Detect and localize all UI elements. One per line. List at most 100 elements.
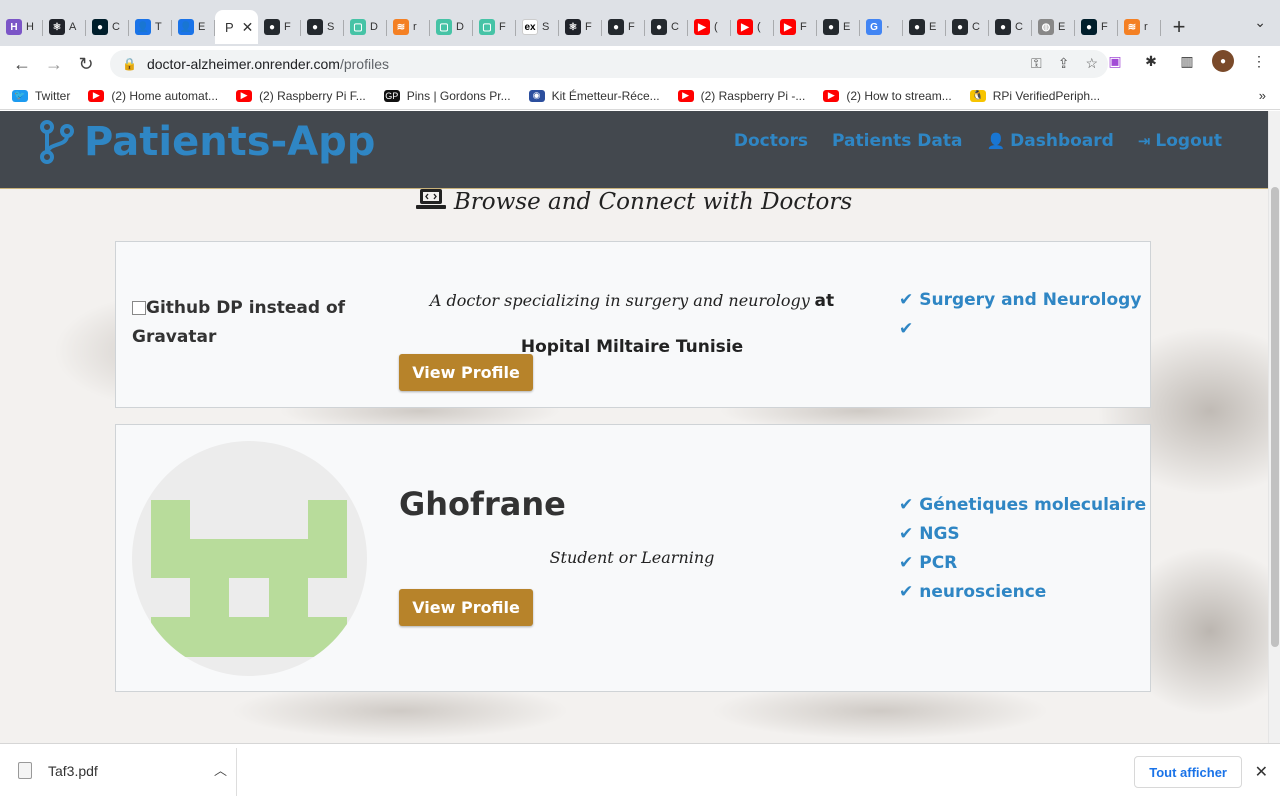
- tab[interactable]: ▢ F: [473, 10, 516, 44]
- bookmark-item[interactable]: 🐦 Twitter: [12, 89, 70, 103]
- bookmark-item[interactable]: ▶ (2) Raspberry Pi F...: [236, 89, 366, 103]
- bookmark-item[interactable]: ▶ (2) Home automat...: [88, 89, 218, 103]
- close-shelf-icon[interactable]: ✕: [1255, 762, 1268, 782]
- tab[interactable]: ▶(: [731, 10, 774, 44]
- tab[interactable]: ≋ r: [1118, 10, 1161, 44]
- tab[interactable]: ▢ D: [430, 10, 473, 44]
- broken-image-icon: [132, 301, 146, 315]
- stackoverflow-icon: ≋: [1124, 19, 1140, 35]
- github-icon: ●: [307, 19, 323, 35]
- bookmark-label: Kit Émetteur-Réce...: [551, 88, 660, 103]
- bookmarks-overflow-icon[interactable]: »: [1259, 88, 1266, 103]
- tab[interactable]: ● S: [301, 10, 344, 44]
- key-icon[interactable]: ⚿: [1031, 55, 1042, 72]
- tab[interactable]: ⚛ F: [559, 10, 602, 44]
- tab[interactable]: ● F: [602, 10, 645, 44]
- bookmark-item[interactable]: ◉ Kit Émetteur-Réce...: [528, 88, 660, 103]
- tab-title: C: [972, 21, 980, 33]
- tab[interactable]: ▢ D: [344, 10, 387, 44]
- tab-active[interactable]: P ✕: [215, 10, 258, 44]
- tab[interactable]: 👤 T: [129, 10, 172, 44]
- browser-toolbar: ← → ↻ 🔒 doctor-alzheimer.onrender.com/pr…: [0, 46, 1280, 82]
- tab[interactable]: G ·: [860, 10, 903, 44]
- forward-button[interactable]: →: [38, 48, 70, 80]
- tab[interactable]: ex S: [516, 10, 559, 44]
- side-panel-icon[interactable]: ▥: [1176, 50, 1198, 72]
- bookmarks-bar: 🐦 Twitter ▶ (2) Home automat... ▶ (2) Raspber…: [0, 82, 1280, 110]
- star-icon[interactable]: ☆: [1085, 55, 1098, 72]
- nav-logout[interactable]: ⇥ Logout: [1138, 131, 1222, 151]
- scrollbar-thumb[interactable]: [1271, 187, 1279, 647]
- tab[interactable]: ● C: [989, 10, 1032, 44]
- bookmark-item[interactable]: GP Pins | Gordons Pr...: [383, 88, 511, 103]
- profile-avatar[interactable]: ●: [1212, 50, 1234, 72]
- bookmark-item[interactable]: ▶ (2) How to stream...: [823, 89, 952, 103]
- tab[interactable]: ▶ F: [774, 10, 817, 44]
- bookmark-item[interactable]: ▶ (2) Raspberry Pi -...: [677, 88, 806, 103]
- bookmark-item[interactable]: 🐧 RPi VerifiedPeriph...: [969, 88, 1101, 103]
- skill-item: ✔ Génetiques moleculaire: [899, 495, 1147, 515]
- tab[interactable]: 👤 E: [172, 10, 215, 44]
- github-icon: ●: [651, 19, 667, 35]
- brand-link[interactable]: Patients-App: [40, 119, 375, 165]
- contacts-icon: 👤: [135, 19, 151, 35]
- new-tab-button[interactable]: +: [1161, 10, 1197, 44]
- tab[interactable]: ≋ r: [387, 10, 430, 44]
- tab-close-icon[interactable]: ✕: [242, 19, 254, 36]
- bookmark-label: RPi VerifiedPeriph...: [992, 88, 1101, 103]
- brand-name: Patients-App: [84, 119, 376, 165]
- skills-list: ✔ Génetiques moleculaire ✔ NGS ✔ PCR ✔ neuro…: [899, 491, 1146, 607]
- skill-item: ✔ NGS: [899, 524, 960, 544]
- bookmark-label: (2) Raspberry Pi -...: [700, 88, 806, 103]
- skill-item: ✔ PCR: [899, 553, 958, 573]
- tab-title: C: [112, 21, 120, 33]
- tab-title: D: [370, 21, 378, 33]
- share-icon[interactable]: ⇪: [1058, 55, 1070, 72]
- identicon-avatar: [132, 441, 367, 676]
- tab[interactable]: ● F: [258, 10, 301, 44]
- twitter-icon: 🐦: [12, 89, 28, 102]
- view-profile-button[interactable]: View Profile: [399, 354, 533, 391]
- mongodb-icon: ●: [1081, 19, 1097, 35]
- tab[interactable]: ● C: [86, 10, 129, 44]
- tab[interactable]: ● C: [946, 10, 989, 44]
- extensions-puzzle-icon[interactable]: ✱: [1140, 50, 1162, 72]
- tab-title: E: [198, 21, 206, 33]
- tab-search-icon[interactable]: ⌄: [1254, 14, 1266, 31]
- tab-title: F: [499, 21, 506, 33]
- tab-title: H: [26, 21, 34, 33]
- profile-image-broken: Github DP instead of Gravatar: [132, 298, 346, 347]
- react-icon: ⚛: [49, 19, 65, 35]
- lead-label: Browse and Connect with Doctors: [453, 189, 853, 215]
- show-all-downloads-button[interactable]: Tout afficher: [1134, 756, 1242, 788]
- tab[interactable]: HH: [0, 10, 43, 44]
- nav-patients-data[interactable]: Patients Data: [832, 131, 962, 151]
- browser-menu-icon[interactable]: ⋮: [1248, 50, 1270, 72]
- extension-color-icon[interactable]: ▣: [1104, 50, 1126, 72]
- back-button[interactable]: ←: [6, 48, 38, 80]
- chevron-up-icon[interactable]: ︿: [214, 760, 227, 779]
- skill-item: ✔: [899, 315, 1141, 344]
- tab[interactable]: ● F: [1075, 10, 1118, 44]
- page-scrollbar[interactable]: [1268, 111, 1280, 743]
- nav-dashboard[interactable]: 👤 Dashboard: [986, 131, 1113, 151]
- download-item[interactable]: Taf3.pdf ︿: [18, 762, 227, 779]
- tab[interactable]: ▶(: [688, 10, 731, 44]
- tab-title: E: [843, 21, 851, 33]
- bookmark-label: Pins | Gordons Pr...: [406, 88, 511, 103]
- reload-button[interactable]: ↻: [70, 48, 102, 80]
- address-bar[interactable]: 🔒 doctor-alzheimer.onrender.com/profiles…: [110, 50, 1108, 78]
- tab[interactable]: ● E: [817, 10, 860, 44]
- view-profile-button[interactable]: View Profile: [399, 589, 533, 626]
- express-icon: ex: [522, 19, 538, 35]
- tab[interactable]: ● C: [645, 10, 688, 44]
- github-icon: ●: [909, 19, 925, 35]
- tab-title: F: [1101, 21, 1108, 33]
- tab[interactable]: ◍ E: [1032, 10, 1075, 44]
- tab[interactable]: ⚛ A: [43, 10, 86, 44]
- github-icon: ●: [608, 19, 624, 35]
- nav-doctors[interactable]: Doctors: [734, 131, 808, 151]
- bookmark-label: (2) Home automat...: [111, 88, 219, 103]
- tab[interactable]: ● E: [903, 10, 946, 44]
- identicon-image: [151, 500, 347, 657]
